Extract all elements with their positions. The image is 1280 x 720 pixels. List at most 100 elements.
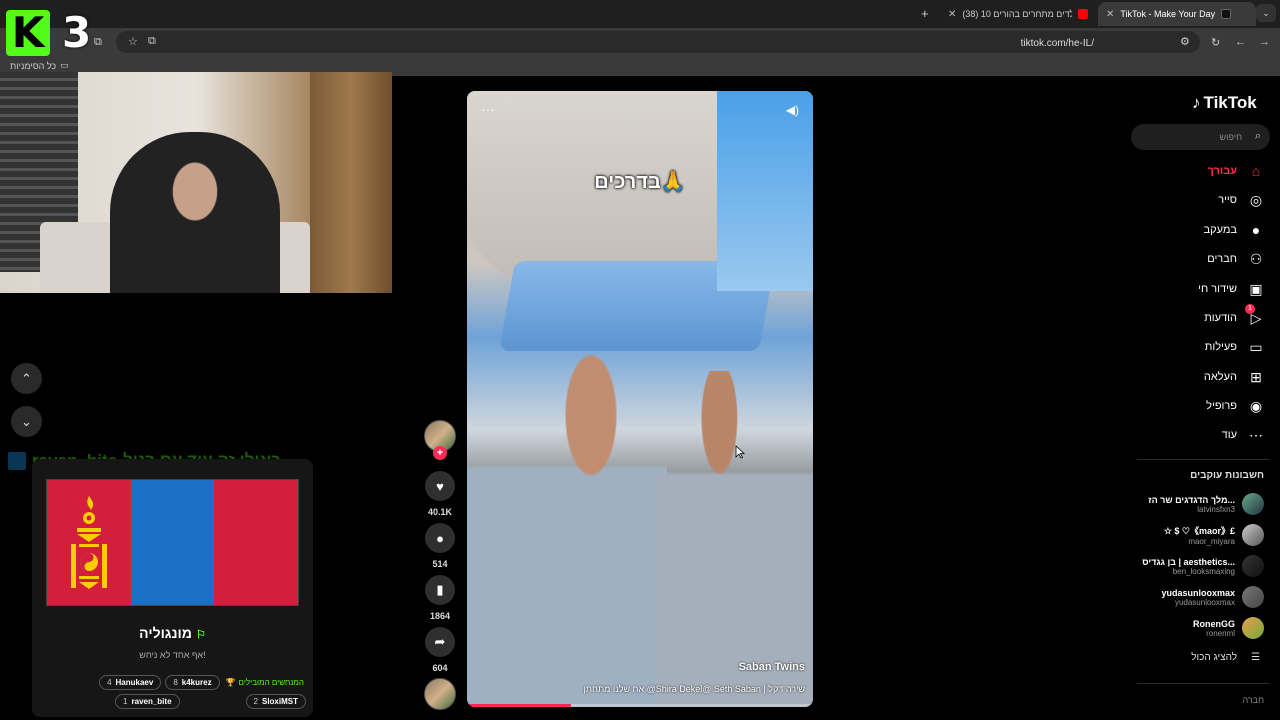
site-settings-icon[interactable]: ⚙: [1180, 35, 1190, 48]
flag-marker-icon: ⚐: [195, 629, 206, 641]
video-player[interactable]: ··· ◀) בדרכים🙏 Saban Twins אח שלנו מתחתן…: [467, 91, 813, 707]
chat-badge-icon: [8, 452, 26, 470]
friends-icon: ⚇: [1249, 250, 1263, 267]
nav-upload[interactable]: העלאה ⊞: [1204, 366, 1265, 388]
browser-tab-bar: ⌄ ✕ TikTok - Make Your Day ✕ (38) 10 ילד…: [0, 0, 1280, 28]
nav-live[interactable]: שידור חי ▣: [1198, 278, 1265, 300]
bookmark-star-icon[interactable]: ☆: [128, 35, 138, 48]
activity-icon: ▭: [1249, 338, 1263, 355]
flag-blue-stripe: [130, 480, 215, 605]
account-name: מלך הדגדגים שר הז...: [1148, 494, 1235, 505]
reload-icon[interactable]: ↻: [1211, 36, 1220, 49]
tiktok-logo-text: TikTok: [1203, 93, 1257, 112]
browser-toolbar: → ← ↻ ⚙ tiktok.com/he-IL/ ☆ ⧉ ⧉: [0, 28, 1280, 56]
nav-explore[interactable]: סייר ◎: [1218, 189, 1265, 211]
followed-account[interactable]: ☆ $ ♡《maor》£ maor_miyara: [1164, 522, 1264, 548]
share-count: 604: [432, 663, 448, 673]
nav-label: פרופיל: [1206, 400, 1237, 412]
video-author[interactable]: Saban Twins: [739, 661, 805, 673]
webcam-feed: [0, 72, 392, 293]
list-icon: ☰: [1251, 652, 1260, 663]
nav-label: חברים: [1207, 253, 1237, 265]
nav-messages[interactable]: הודעות ▷ 1: [1204, 303, 1265, 329]
address-bar[interactable]: ⚙ tiktok.com/he-IL/ ☆ ⧉: [116, 31, 1200, 53]
tab-tiktok[interactable]: ✕ TikTok - Make Your Day: [1098, 2, 1256, 26]
nav-more[interactable]: עוד ⋯: [1222, 424, 1265, 446]
nav-friends[interactable]: חברים ⚇: [1207, 248, 1265, 270]
messages-icon: ▷ 1: [1245, 303, 1265, 327]
video-more-options-icon[interactable]: ···: [481, 101, 495, 117]
nav-label: עבורך: [1207, 165, 1237, 177]
tiktok-logo[interactable]: ♪ TikTok: [1192, 93, 1257, 113]
search-input[interactable]: חיפוש ⌕: [1131, 124, 1270, 150]
following-icon: ●: [1251, 222, 1261, 238]
avatar: [1242, 524, 1264, 546]
nav-label: שידור חי: [1198, 283, 1237, 295]
account-name: בן גגדיס | aesthetics...: [1142, 556, 1235, 567]
like-button[interactable]: ♥: [425, 471, 455, 501]
kick-logo: K 3: [2, 4, 98, 62]
flag-red-stripe: [214, 480, 299, 605]
leader-name: SloxiMST: [261, 697, 298, 706]
tab-youtube[interactable]: ✕ (38) 10 ילדים מתחרים בהורים: [940, 2, 1096, 26]
account-handle: ronenml: [1206, 628, 1235, 638]
followed-account[interactable]: RonenGG ronenml: [1193, 615, 1264, 641]
translate-icon[interactable]: ⧉: [148, 35, 156, 48]
nav-label: סייר: [1218, 194, 1237, 206]
close-icon[interactable]: ✕: [948, 9, 956, 20]
nav-activity[interactable]: פעילות ▭: [1205, 336, 1265, 358]
url-text: tiktok.com/he-IL/: [1020, 38, 1094, 49]
avatar: [1242, 493, 1264, 515]
follow-plus-icon[interactable]: +: [433, 446, 447, 460]
divider: [1137, 683, 1270, 684]
video-progress-bar[interactable]: [467, 704, 813, 707]
leader-chip: 1 raven_bite: [115, 694, 180, 709]
following-accounts-title: חשבונות עוקבים: [1190, 470, 1264, 481]
close-icon[interactable]: ✕: [1106, 9, 1114, 20]
account-handle: latvinsfxn3: [1197, 504, 1235, 514]
leader-score: 4: [107, 678, 112, 687]
tab-search-button[interactable]: ⌄: [1256, 4, 1276, 22]
company-link[interactable]: חברה: [1242, 695, 1264, 705]
share-button[interactable]: ➦: [425, 627, 455, 657]
sound-avatar[interactable]: [424, 678, 456, 710]
leader-chip: 8 k4kurez: [165, 675, 220, 690]
search-placeholder: חיפוש: [1219, 132, 1242, 142]
previous-video-button[interactable]: ⌃: [11, 363, 42, 394]
next-video-button[interactable]: ⌄: [11, 406, 42, 437]
divider: [1137, 459, 1270, 460]
chevron-up-icon: ⌃: [21, 370, 32, 386]
followed-account[interactable]: בן גגדיס | aesthetics... ben_looksmaxing: [1142, 553, 1264, 579]
nav-for-you[interactable]: עבורך ⌂: [1207, 160, 1265, 182]
tiktok-note-icon: ♪: [1192, 93, 1201, 112]
webcam-door: [310, 72, 392, 293]
kick-k-icon: K: [6, 10, 50, 56]
volume-icon[interactable]: ◀): [786, 103, 799, 117]
followed-account[interactable]: מלך הדגדגים שר הז... latvinsfxn3: [1148, 491, 1264, 517]
leader-score: 2: [253, 697, 258, 706]
flag-red-stripe: [47, 480, 131, 605]
leader-name: raven_bite: [131, 697, 172, 706]
leader-chip: 4 Hanukaev: [99, 675, 162, 690]
mongolia-flag: [46, 479, 299, 606]
video-caption: בדרכים🙏: [594, 171, 686, 193]
comment-button[interactable]: ●: [425, 523, 455, 553]
tab-title: (38) 10 ילדים מתחרים בהורים: [962, 9, 1073, 19]
top-guessers: 🏆 המנחשים המובילים 8 k4kurez 4 Hanukaev 2 Sl…: [50, 675, 306, 709]
nav-following[interactable]: במעקב ●: [1204, 219, 1266, 241]
new-tab-button[interactable]: +: [921, 6, 929, 21]
video-person-left: [467, 351, 667, 707]
show-all-button[interactable]: להציג הכול ☰: [1191, 652, 1260, 663]
followed-account[interactable]: yudasunlooxmax yudasunlooxmax: [1161, 584, 1264, 610]
forward-icon[interactable]: ←: [1235, 36, 1246, 48]
nav-profile[interactable]: פרופיל ◉: [1206, 395, 1265, 417]
save-button[interactable]: ▮: [425, 575, 455, 605]
heart-icon: ♥: [436, 478, 444, 494]
comment-icon: ●: [436, 530, 444, 546]
back-icon[interactable]: →: [1259, 36, 1270, 48]
webcam-streamer: [110, 132, 280, 293]
search-icon[interactable]: ⌕: [1255, 130, 1261, 143]
tab-title: TikTok - Make Your Day: [1120, 9, 1216, 19]
top-guessers-text: המנחשים המובילים: [238, 678, 304, 687]
nav-label: הודעות: [1204, 312, 1237, 324]
